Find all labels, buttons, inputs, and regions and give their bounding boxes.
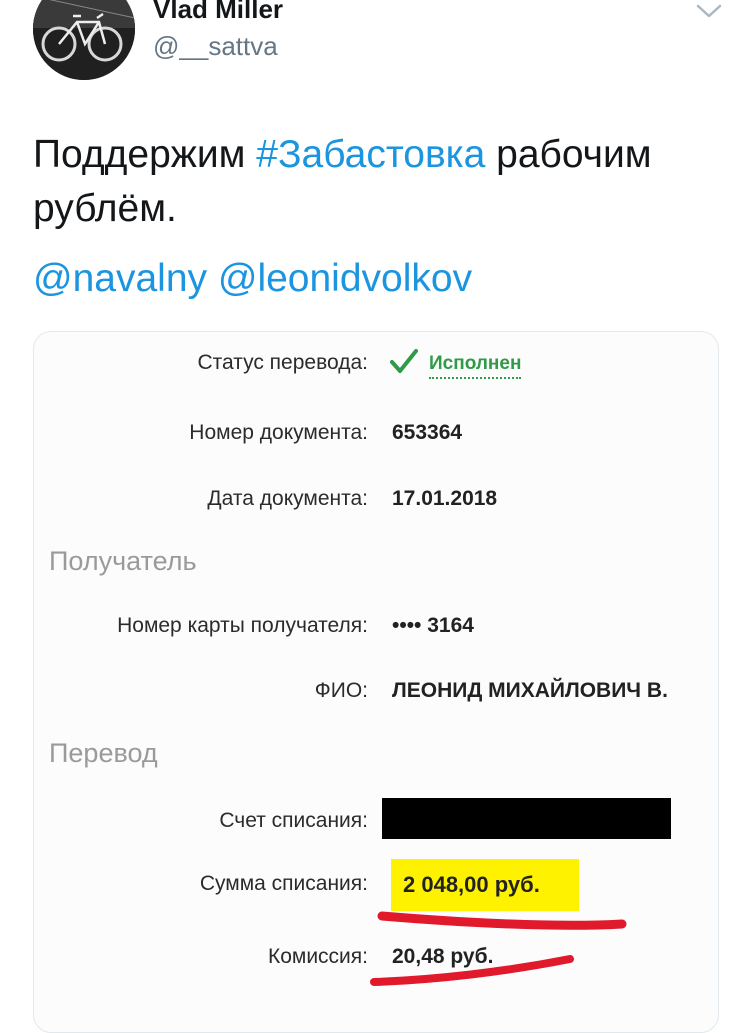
fio-label: ФИО: [314, 679, 368, 702]
recipient-section-title: Получатель [49, 546, 197, 576]
amount-value: 2 048,00 руб. [403, 872, 540, 897]
fee-row: Комиссия: 20,48 руб. [34, 937, 718, 977]
redacted-account-bar [382, 798, 671, 839]
attached-receipt-image[interactable]: Статус перевода: Исполнен Номер документ… [33, 331, 719, 1033]
tweet-text-before: Поддержим [33, 133, 257, 176]
checkmark-icon [390, 349, 418, 373]
chevron-down-icon[interactable] [694, 0, 724, 22]
status-value: Исполнен [429, 353, 522, 379]
fio-row: ФИО: ЛЕОНИД МИХАЙЛОВИЧ В. [34, 671, 718, 711]
fee-value: 20,48 руб. [392, 945, 494, 968]
amount-highlight: 2 048,00 руб. [391, 859, 579, 911]
doc-number-value: 653364 [392, 421, 463, 444]
doc-number-label: Номер документа: [189, 421, 368, 444]
avatar[interactable] [33, 0, 135, 80]
status-label: Статус перевода: [197, 351, 368, 374]
doc-date-label: Дата документа: [207, 487, 368, 510]
card-label: Номер карты получателя: [117, 614, 368, 637]
tweet-mentions: @navalny @leonidvolkov [33, 252, 472, 306]
status-row: Статус перевода: Исполнен [34, 343, 718, 383]
mention-link-navalny[interactable]: @navalny [33, 257, 207, 300]
card-row: Номер карты получателя: •••• 3164 [34, 606, 718, 646]
doc-number-row: Номер документа: 653364 [34, 413, 718, 453]
fio-value: ЛЕОНИД МИХАЙЛОВИЧ В. [392, 679, 668, 702]
author-display-name[interactable]: Vlad Miller [153, 0, 283, 26]
author-handle[interactable]: @__sattva [153, 29, 278, 63]
fee-label: Комиссия: [267, 945, 368, 968]
tweet-text: Поддержим #Забастовка рабочим рублём. [33, 128, 723, 236]
amount-row: Сумма списания: [34, 864, 718, 904]
hashtag-link[interactable]: #Забастовка [256, 133, 485, 176]
card-value: •••• 3164 [392, 614, 474, 637]
amount-label: Сумма списания: [199, 872, 368, 895]
doc-date-value: 17.01.2018 [392, 487, 498, 510]
doc-date-row: Дата документа: 17.01.2018 [34, 479, 718, 519]
bicycle-photo [33, 0, 135, 80]
mention-link-leonidvolkov[interactable]: @leonidvolkov [218, 257, 472, 300]
account-label: Счет списания: [219, 809, 368, 832]
transfer-section-title: Перевод [49, 738, 158, 768]
